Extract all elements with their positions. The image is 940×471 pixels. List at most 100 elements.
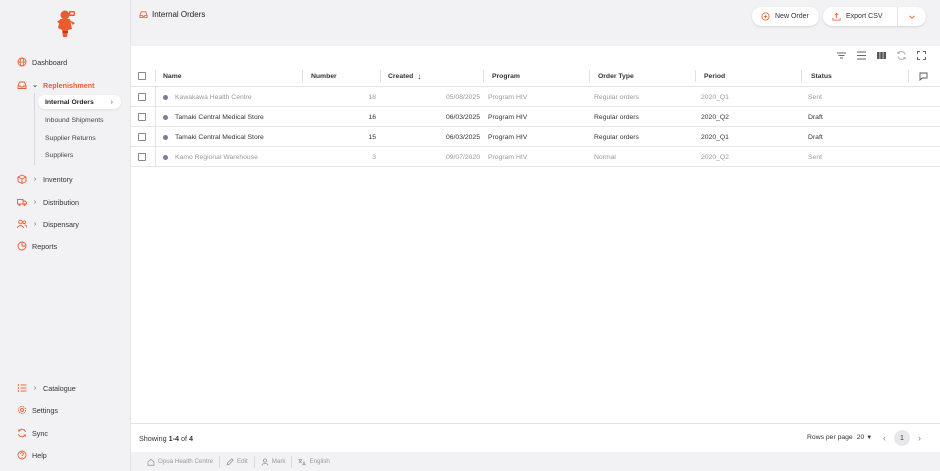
- cell-order-type: Regular orders: [594, 127, 692, 147]
- edit-label: Edit: [237, 458, 248, 465]
- next-page-button[interactable]: ›: [918, 433, 921, 443]
- cell-text: 3: [372, 153, 376, 161]
- cell-created: 06/03/2025: [388, 107, 480, 127]
- sidebar-item-dashboard[interactable]: Dashboard: [17, 54, 67, 70]
- status-dot: [163, 94, 168, 100]
- cell-text: Normal: [594, 153, 616, 161]
- truck-icon: [17, 199, 27, 206]
- upload-icon: [832, 12, 841, 21]
- sidebar-item-help[interactable]: Help: [17, 447, 47, 463]
- gear-icon: [17, 405, 27, 415]
- table-row[interactable]: Tamaki Central Medical Store 15 06/03/2025…: [131, 127, 940, 147]
- store-indicator[interactable]: Opua Health Centre: [141, 455, 221, 468]
- language-selector[interactable]: English: [292, 456, 335, 468]
- filter-icon[interactable]: [836, 50, 847, 61]
- table-row[interactable]: Kawakawa Health Centre 18 05/08/2025 Progra…: [131, 87, 940, 107]
- row-select-cell: [138, 87, 156, 107]
- sidebar-item-catalogue[interactable]: › Catalogue: [17, 380, 76, 396]
- column-header-label: Period: [704, 72, 726, 80]
- column-header-status[interactable]: Status: [811, 65, 909, 87]
- table-toolbar: [836, 50, 927, 61]
- cell-number: 3: [311, 147, 376, 167]
- row-checkbox[interactable]: [138, 113, 146, 121]
- comments-column: [919, 65, 931, 87]
- sidebar-item-label: Distribution: [43, 197, 79, 207]
- sidebar-item-settings[interactable]: Settings: [17, 402, 58, 418]
- cell-number: 15: [311, 127, 376, 147]
- cell-program: Program HIV: [488, 127, 586, 147]
- new-order-label: New Order: [775, 13, 809, 20]
- export-csv-button[interactable]: Export CSV: [823, 7, 926, 26]
- cell-text: 16: [368, 113, 376, 121]
- sidebar-item-reports[interactable]: Reports: [17, 238, 57, 254]
- cell-text: Regular orders: [594, 93, 639, 101]
- cell-created: 09/07/2020: [388, 147, 480, 167]
- cell-status: Draft: [808, 127, 906, 147]
- density-icon[interactable]: [856, 50, 867, 61]
- sidebar-item-distribution[interactable]: › Distribution: [17, 194, 79, 210]
- sidebar-subitem-suppliers[interactable]: Suppliers: [45, 148, 73, 162]
- page-title-group: Internal Orders: [139, 10, 205, 19]
- row-divider: [155, 127, 156, 147]
- cell-text: 15: [368, 133, 376, 141]
- rows-per-page-label: Rows per page: [807, 434, 853, 441]
- cell-created: 05/08/2025: [388, 87, 480, 107]
- cell-text: 09/07/2020: [445, 153, 480, 161]
- rows-per-page-select[interactable]: 20 ▼: [857, 434, 873, 441]
- sidebar-item-replenishment[interactable]: ⌄ Replenishment: [17, 77, 95, 93]
- fullscreen-icon[interactable]: [916, 50, 927, 61]
- sidebar-item-dispensary[interactable]: › Dispensary: [17, 216, 79, 232]
- select-all-checkbox[interactable]: [138, 72, 146, 80]
- table-row[interactable]: Kamo Regional Warehouse 3 09/07/2020 Progra…: [131, 147, 940, 167]
- comment-icon[interactable]: [919, 72, 928, 81]
- row-select-cell: [138, 147, 156, 167]
- sidebar-subitem-inbound-shipments[interactable]: Inbound Shipments: [45, 113, 104, 127]
- sidebar-subitem-supplier-returns[interactable]: Supplier Returns: [45, 131, 96, 145]
- language-label: English: [309, 458, 330, 465]
- cell-number: 18: [311, 87, 376, 107]
- home-icon: [147, 458, 155, 466]
- columns-icon[interactable]: [876, 50, 887, 61]
- status-dot: [163, 114, 168, 120]
- row-checkbox[interactable]: [138, 153, 146, 161]
- cell-status: Sent: [808, 87, 906, 107]
- export-options-toggle[interactable]: [897, 7, 926, 26]
- cell-program: Program HIV: [488, 87, 586, 107]
- edit-store-button[interactable]: Edit: [220, 455, 255, 468]
- column-header-number[interactable]: Number: [311, 65, 381, 87]
- column-header-order-type[interactable]: Order Type: [598, 65, 696, 87]
- sidebar-item-inventory[interactable]: › Inventory: [17, 171, 73, 187]
- column-header-name[interactable]: Name: [163, 65, 303, 87]
- column-header-created[interactable]: Created ↓: [388, 65, 484, 87]
- pencil-icon: [226, 457, 234, 466]
- user-name: Mark: [271, 458, 286, 465]
- table-row[interactable]: Tamaki Central Medical Store 16 06/03/2025…: [131, 107, 940, 127]
- chevron-right-icon: ›: [33, 384, 37, 392]
- pie-chart-icon: [17, 241, 27, 251]
- showing-range: 1-4: [168, 434, 179, 443]
- row-checkbox[interactable]: [138, 93, 146, 101]
- table-header-row: Name Number Created ↓ Program Order Type…: [131, 65, 940, 87]
- inbox-icon: [139, 11, 148, 19]
- sidebar-subitem-internal-orders[interactable]: Internal Orders ›: [38, 95, 121, 109]
- new-order-button[interactable]: New Order: [752, 7, 819, 26]
- refresh-icon[interactable]: [896, 50, 907, 61]
- row-checkbox[interactable]: [138, 133, 146, 141]
- showing-of: of: [180, 434, 187, 443]
- prev-page-button[interactable]: ‹: [883, 433, 886, 443]
- user-indicator[interactable]: Mark: [255, 455, 293, 468]
- cell-text: Program HIV: [488, 93, 528, 101]
- pagination: ‹ 1 ›: [883, 430, 921, 446]
- sidebar-subitem-label: Inbound Shipments: [45, 116, 104, 124]
- cell-text: Draft: [808, 133, 823, 141]
- cell-text: 18: [368, 93, 376, 101]
- column-header-program[interactable]: Program: [492, 65, 590, 87]
- cell-text: Program HIV: [488, 153, 528, 161]
- sidebar-item-sync[interactable]: Sync: [17, 425, 48, 441]
- column-header-period[interactable]: Period: [704, 65, 802, 87]
- column-divider: [155, 65, 156, 87]
- cell-text: Sent: [808, 93, 822, 101]
- page-number-button[interactable]: 1: [894, 430, 910, 446]
- globe-icon: [17, 57, 27, 67]
- help-icon: [17, 450, 27, 460]
